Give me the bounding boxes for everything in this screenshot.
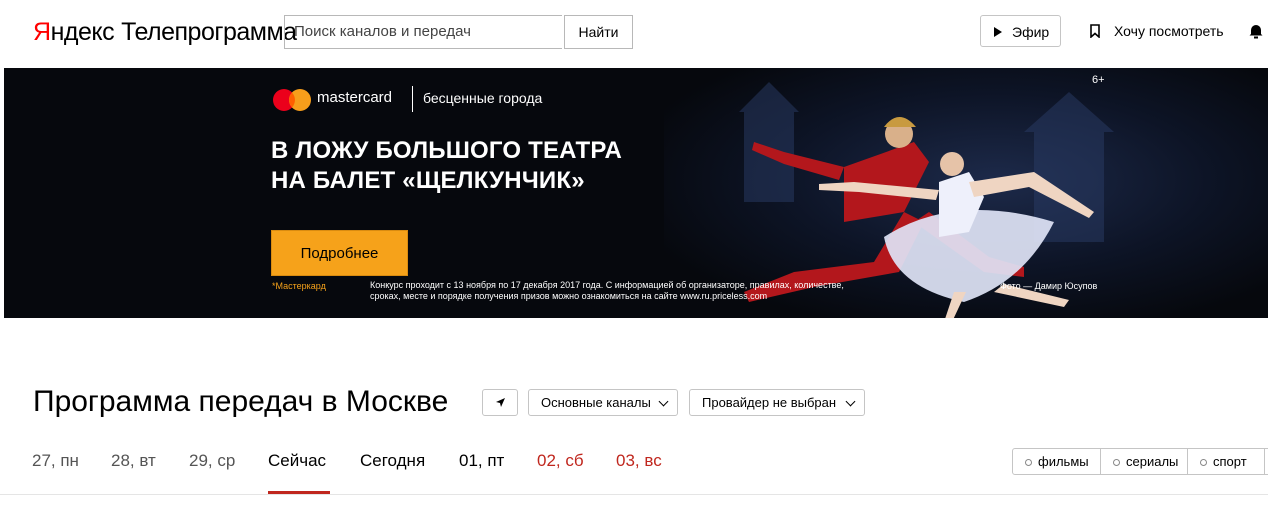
search-button[interactable]: Найти bbox=[564, 15, 633, 49]
banner-headline-line: НА БАЛЕТ «ЩЕЛКУНЧИК» bbox=[271, 167, 585, 194]
tab-day-01[interactable]: 01, пт bbox=[459, 448, 504, 474]
channels-dropdown[interactable]: Основные каналы bbox=[528, 389, 678, 416]
channels-dropdown-label: Основные каналы bbox=[541, 395, 651, 410]
banner-cta-button[interactable]: Подробнее bbox=[271, 230, 408, 276]
tab-day-03[interactable]: 03, вс bbox=[616, 448, 662, 474]
header: Яндекс Телепрограмма Поиск каналов и пере… bbox=[0, 0, 1268, 68]
photo-credit: Фото — Дамир Юсупов bbox=[1000, 281, 1098, 291]
age-rating-badge: 6+ bbox=[1092, 74, 1105, 86]
page-title: Программа передач в Москве bbox=[33, 385, 449, 418]
promo-banner[interactable]: mastercard бесценные города В ЛОЖУ БОЛЬШ… bbox=[4, 68, 1268, 318]
provider-dropdown[interactable]: Провайдер не выбран bbox=[689, 389, 865, 416]
filter-dot-icon bbox=[1113, 459, 1120, 466]
live-air-button[interactable]: Эфир bbox=[980, 15, 1061, 47]
filter-series[interactable]: сериалы bbox=[1100, 448, 1188, 475]
tab-day-02[interactable]: 02, сб bbox=[537, 448, 584, 474]
tab-day-28[interactable]: 28, вт bbox=[111, 448, 156, 474]
brand-divider bbox=[412, 86, 413, 112]
banner-brand: mastercard bbox=[317, 89, 393, 106]
filter-films[interactable]: фильмы bbox=[1012, 448, 1101, 475]
filter-label: сериалы bbox=[1126, 454, 1179, 469]
banner-tagline: бесценные города bbox=[423, 90, 543, 106]
tab-day-29[interactable]: 29, ср bbox=[189, 448, 235, 474]
tab-now[interactable]: Сейчас bbox=[268, 448, 326, 474]
banner-headline-line: В ЛОЖУ БОЛЬШОГО ТЕАТРА bbox=[271, 137, 622, 164]
search-input[interactable]: Поиск каналов и передач bbox=[284, 15, 562, 49]
tab-today[interactable]: Сегодня bbox=[360, 448, 425, 474]
filter-dot-icon bbox=[1025, 459, 1032, 466]
filter-label: спорт bbox=[1213, 454, 1247, 469]
search-form: Поиск каналов и передач Найти bbox=[284, 15, 633, 49]
logo-letter-ya: Я bbox=[33, 18, 51, 46]
divider bbox=[0, 494, 1268, 495]
provider-dropdown-label: Провайдер не выбран bbox=[702, 395, 837, 410]
geolocation-button[interactable] bbox=[482, 389, 518, 416]
filter-sport[interactable]: спорт bbox=[1187, 448, 1265, 475]
live-air-label: Эфир bbox=[1012, 24, 1050, 40]
play-icon bbox=[994, 27, 1002, 37]
filter-label: фильмы bbox=[1038, 454, 1089, 469]
tab-day-27[interactable]: 27, пн bbox=[32, 448, 79, 474]
bookmark-icon bbox=[1090, 24, 1100, 38]
filter-dot-icon bbox=[1200, 459, 1207, 466]
legal-line: Конкурс проходит с 13 ноября по 17 декаб… bbox=[370, 280, 844, 290]
logo-yandex: ндекс bbox=[50, 18, 115, 46]
legal-line: сроках, месте и порядке получения призов… bbox=[370, 291, 768, 301]
yandex-tv-logo[interactable]: Яндекс Телепрограмма bbox=[33, 17, 297, 47]
logo-service-name: Телепрограмма bbox=[121, 18, 297, 46]
location-arrow-icon bbox=[496, 398, 505, 407]
watchlist-label: Хочу посмотреть bbox=[1114, 23, 1224, 39]
mastercard-logo-icon bbox=[273, 89, 311, 111]
chevron-down-icon bbox=[845, 396, 856, 407]
chevron-down-icon bbox=[658, 396, 669, 407]
banner-footnote: *Мастеркард bbox=[272, 281, 326, 291]
banner-legal-text: Конкурс проходит с 13 ноября по 17 декаб… bbox=[370, 280, 910, 302]
bell-icon[interactable] bbox=[1247, 22, 1265, 40]
banner-headline: В ЛОЖУ БОЛЬШОГО ТЕАТРА НА БАЛЕТ «ЩЕЛКУНЧ… bbox=[271, 136, 622, 196]
filter-more[interactable] bbox=[1264, 448, 1268, 475]
